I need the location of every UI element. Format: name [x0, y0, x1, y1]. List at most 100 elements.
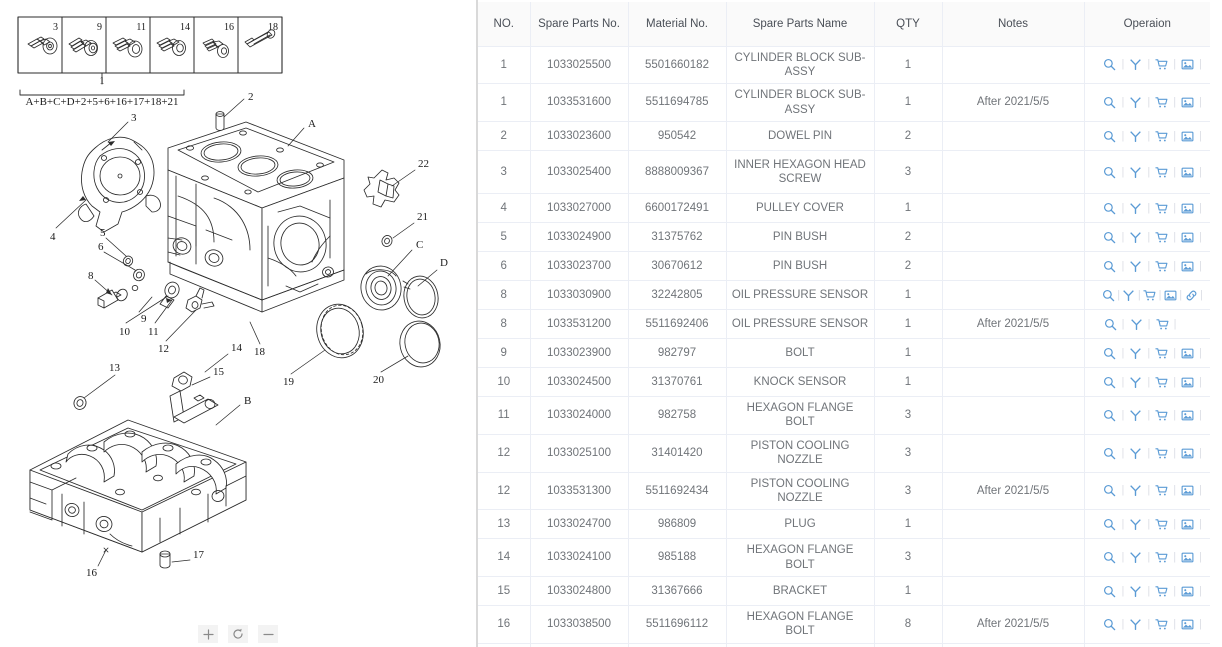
column-header-operation[interactable]: Operaion — [1084, 2, 1210, 47]
funnel-icon[interactable] — [1127, 583, 1144, 599]
cart-icon[interactable] — [1143, 287, 1157, 303]
funnel-icon[interactable] — [1127, 258, 1144, 274]
table-row[interactable]: 8 1033030900 32242805 OIL PRESSURE SENSOR 1 |… — [478, 280, 1210, 310]
table-row[interactable]: 12 1033531300 5511692434 PISTON COOLING NOZ… — [478, 472, 1210, 511]
funnel-icon[interactable] — [1127, 128, 1144, 144]
image-icon[interactable] — [1179, 374, 1196, 390]
table-row[interactable]: 13 1033024700 986809 PLUG 1 | | | | — [478, 509, 1210, 540]
cart-icon[interactable] — [1153, 445, 1170, 461]
search-icon[interactable] — [1102, 316, 1119, 332]
image-icon[interactable] — [1164, 287, 1178, 303]
image-icon[interactable] — [1179, 516, 1196, 532]
search-icon[interactable] — [1102, 287, 1116, 303]
funnel-icon[interactable] — [1127, 516, 1144, 532]
search-icon[interactable] — [1102, 550, 1119, 566]
search-icon[interactable] — [1102, 229, 1119, 245]
funnel-icon[interactable] — [1128, 316, 1145, 332]
search-icon[interactable] — [1102, 345, 1119, 361]
image-icon[interactable] — [1179, 616, 1196, 632]
funnel-icon[interactable] — [1127, 229, 1144, 245]
search-icon[interactable] — [1102, 483, 1119, 499]
funnel-icon[interactable] — [1127, 550, 1144, 566]
cart-icon[interactable] — [1153, 200, 1170, 216]
cart-icon[interactable] — [1153, 516, 1170, 532]
funnel-icon[interactable] — [1127, 483, 1144, 499]
funnel-icon[interactable] — [1127, 57, 1144, 73]
table-row[interactable]: 1 1033025500 5501660182 CYLINDER BLOCK SUB-… — [478, 46, 1210, 85]
search-icon[interactable] — [1102, 407, 1119, 423]
column-header-spare-parts-name[interactable]: Spare Parts Name — [726, 2, 875, 47]
table-row[interactable]: 6 1033023700 30670612 PIN BUSH 2 | | | | — [478, 251, 1210, 281]
table-row[interactable]: 10 1033024500 31370761 KNOCK SENSOR 1 | | | | — [478, 367, 1210, 397]
funnel-icon[interactable] — [1127, 407, 1144, 423]
cart-icon[interactable] — [1154, 316, 1171, 332]
funnel-icon[interactable] — [1127, 164, 1144, 180]
column-header-spare-parts-no[interactable]: Spare Parts No. — [530, 2, 629, 47]
search-icon[interactable] — [1102, 583, 1119, 599]
image-icon[interactable] — [1179, 407, 1196, 423]
cart-icon[interactable] — [1153, 345, 1170, 361]
table-row[interactable]: 9 1033023900 982797 BOLT 1 | | | | — [478, 338, 1210, 368]
table-row[interactable]: 3 1033025400 8888009367 INNER HEXAGON HEAD … — [478, 150, 1210, 194]
cart-icon[interactable] — [1153, 550, 1170, 566]
funnel-icon[interactable] — [1122, 287, 1136, 303]
cart-icon[interactable] — [1153, 616, 1170, 632]
image-icon[interactable] — [1179, 583, 1196, 599]
link-icon[interactable] — [1184, 287, 1198, 303]
image-icon[interactable] — [1179, 445, 1196, 461]
cart-icon[interactable] — [1153, 229, 1170, 245]
cart-icon[interactable] — [1153, 483, 1170, 499]
table-row[interactable]: 4 1033027000 6600172491 PULLEY COVER 1 | | | | — [478, 193, 1210, 223]
table-row[interactable]: 11 1033024000 982758 HEXAGON FLANGE BOLT 3 | |… — [478, 396, 1210, 435]
table-row[interactable]: 161033024200987962BOLT8 ||||| — [478, 643, 1210, 647]
image-icon[interactable] — [1179, 57, 1196, 73]
column-header-material-no[interactable]: Material No. — [628, 2, 727, 47]
cart-icon[interactable] — [1153, 407, 1170, 423]
zoom-in-button[interactable] — [198, 625, 218, 643]
funnel-icon[interactable] — [1127, 95, 1144, 111]
funnel-icon[interactable] — [1127, 374, 1144, 390]
table-row[interactable]: 16 1033038500 5511696112 HEXAGON FLANGE BOL… — [478, 605, 1210, 644]
image-icon[interactable] — [1179, 483, 1196, 499]
table-row[interactable]: 12 1033025100 31401420 PISTON COOLING NOZZL… — [478, 434, 1210, 473]
funnel-icon[interactable] — [1127, 445, 1144, 461]
image-icon[interactable] — [1179, 200, 1196, 216]
image-icon[interactable] — [1179, 128, 1196, 144]
cart-icon[interactable] — [1153, 164, 1170, 180]
search-icon[interactable] — [1102, 128, 1119, 144]
image-icon[interactable] — [1179, 345, 1196, 361]
funnel-icon[interactable] — [1127, 200, 1144, 216]
zoom-out-button[interactable] — [258, 625, 278, 643]
spare-parts-table-panel[interactable]: NO. Spare Parts No. Material No. Spare P… — [478, 0, 1222, 647]
table-row[interactable]: 1 1033531600 5511694785 CYLINDER BLOCK SUB-… — [478, 83, 1210, 122]
cart-icon[interactable] — [1153, 583, 1170, 599]
funnel-icon[interactable] — [1127, 616, 1144, 632]
search-icon[interactable] — [1102, 200, 1119, 216]
table-row[interactable]: 14 1033024100 985188 HEXAGON FLANGE BOLT 3 | |… — [478, 538, 1210, 577]
cart-icon[interactable] — [1153, 128, 1170, 144]
image-icon[interactable] — [1179, 95, 1196, 111]
column-header-notes[interactable]: Notes — [942, 2, 1085, 47]
column-header-no[interactable]: NO. — [478, 2, 531, 47]
cart-icon[interactable] — [1153, 57, 1170, 73]
cart-icon[interactable] — [1153, 95, 1170, 111]
image-icon[interactable] — [1179, 258, 1196, 274]
diagram-zoom-toolbar[interactable] — [0, 625, 476, 643]
search-icon[interactable] — [1102, 616, 1119, 632]
search-icon[interactable] — [1102, 516, 1119, 532]
search-icon[interactable] — [1102, 258, 1119, 274]
search-icon[interactable] — [1102, 57, 1119, 73]
table-row[interactable]: 15 1033024800 31367666 BRACKET 1 | | | | — [478, 576, 1210, 606]
cart-icon[interactable] — [1153, 374, 1170, 390]
image-icon[interactable] — [1179, 550, 1196, 566]
search-icon[interactable] — [1102, 374, 1119, 390]
column-header-qty[interactable]: QTY — [874, 2, 943, 47]
cart-icon[interactable] — [1153, 258, 1170, 274]
image-icon[interactable] — [1179, 229, 1196, 245]
funnel-icon[interactable] — [1127, 345, 1144, 361]
table-row[interactable]: 2 1033023600 950542 DOWEL PIN 2 | | | | — [478, 121, 1210, 151]
image-icon[interactable] — [1179, 164, 1196, 180]
search-icon[interactable] — [1102, 95, 1119, 111]
search-icon[interactable] — [1102, 445, 1119, 461]
zoom-reset-button[interactable] — [228, 625, 248, 643]
